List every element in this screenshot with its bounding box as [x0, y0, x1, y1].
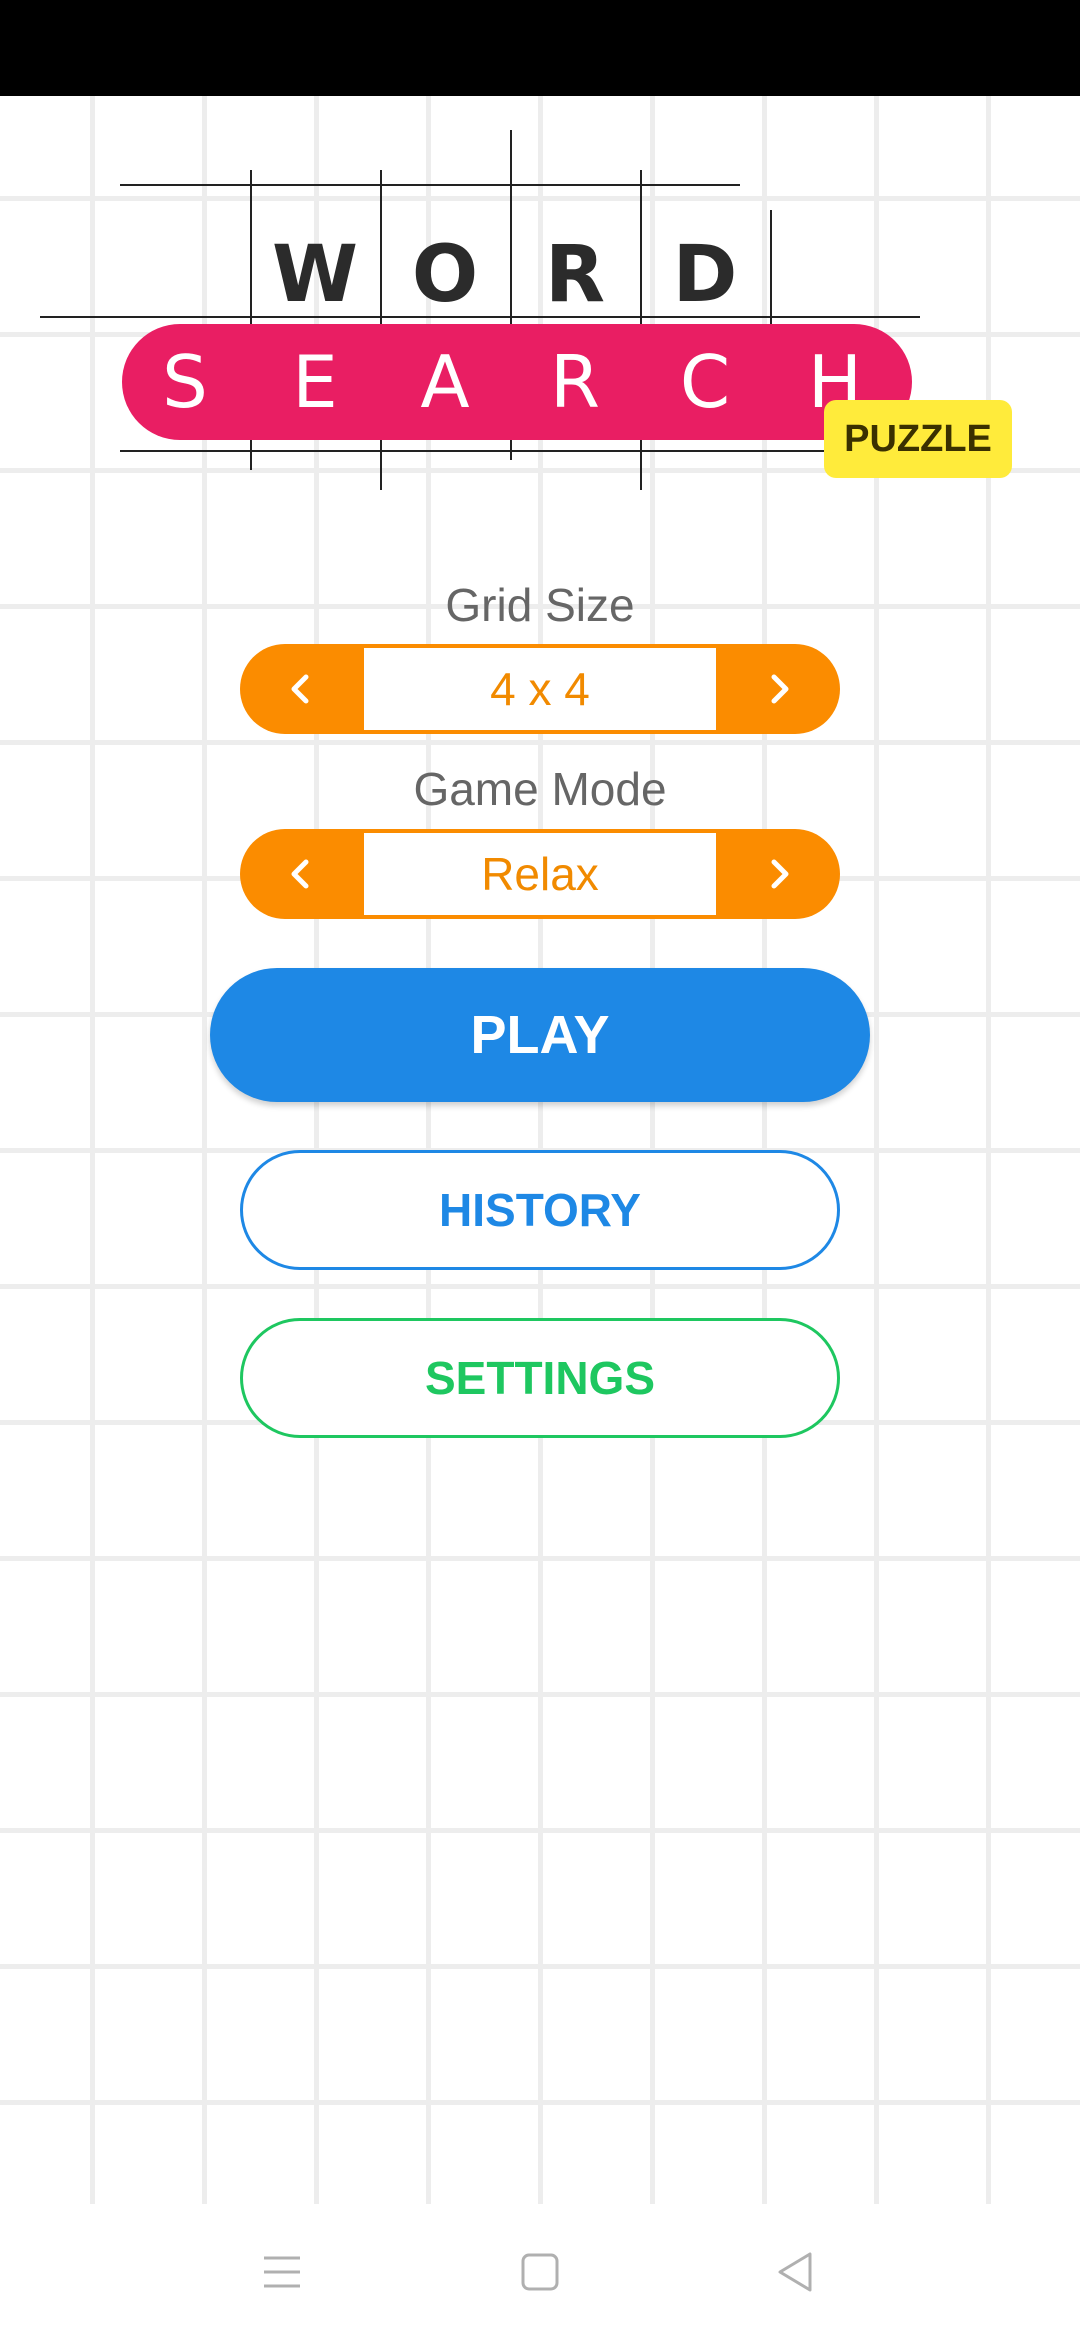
back-triangle-icon[interactable]: [772, 2248, 820, 2296]
chevron-left-icon: [291, 859, 309, 889]
grid-size-selector: 4 x 4: [240, 644, 840, 734]
chevron-right-icon: [771, 674, 789, 704]
word-search-logo: W O R D S E A R C H PUZZLE: [40, 120, 1040, 500]
navigation-bar: [0, 2204, 1080, 2340]
history-button[interactable]: HISTORY: [240, 1150, 840, 1270]
grid-size-value: 4 x 4: [364, 648, 716, 730]
chevron-right-icon: [771, 859, 789, 889]
chevron-left-icon: [291, 674, 309, 704]
puzzle-badge: PUZZLE: [824, 400, 1012, 478]
game-mode-label: Game Mode: [413, 763, 667, 815]
logo-word-letter: D: [672, 230, 738, 320]
game-mode-selector: Relax: [240, 829, 840, 919]
logo-search-letter: C: [679, 340, 731, 424]
logo-search-letter: A: [420, 340, 470, 424]
status-bar: [0, 0, 1080, 96]
home-square-icon[interactable]: [516, 2248, 564, 2296]
logo-word-letter: O: [411, 230, 479, 320]
settings-button[interactable]: SETTINGS: [240, 1318, 840, 1438]
grid-size-label: Grid Size: [445, 579, 635, 631]
grid-size-next-button[interactable]: [718, 644, 840, 734]
game-mode-next-button[interactable]: [718, 829, 840, 919]
logo-word-letter: W: [271, 230, 359, 320]
game-mode-value: Relax: [364, 833, 716, 915]
logo-search-letter: S: [162, 340, 208, 424]
logo-word-letter: R: [544, 230, 606, 320]
logo-search-letter: R: [549, 340, 601, 424]
logo-search-letter: E: [292, 340, 338, 424]
menu-icon[interactable]: [258, 2248, 306, 2296]
game-mode-prev-button[interactable]: [240, 829, 362, 919]
grid-size-prev-button[interactable]: [240, 644, 362, 734]
play-button[interactable]: PLAY: [210, 968, 870, 1102]
